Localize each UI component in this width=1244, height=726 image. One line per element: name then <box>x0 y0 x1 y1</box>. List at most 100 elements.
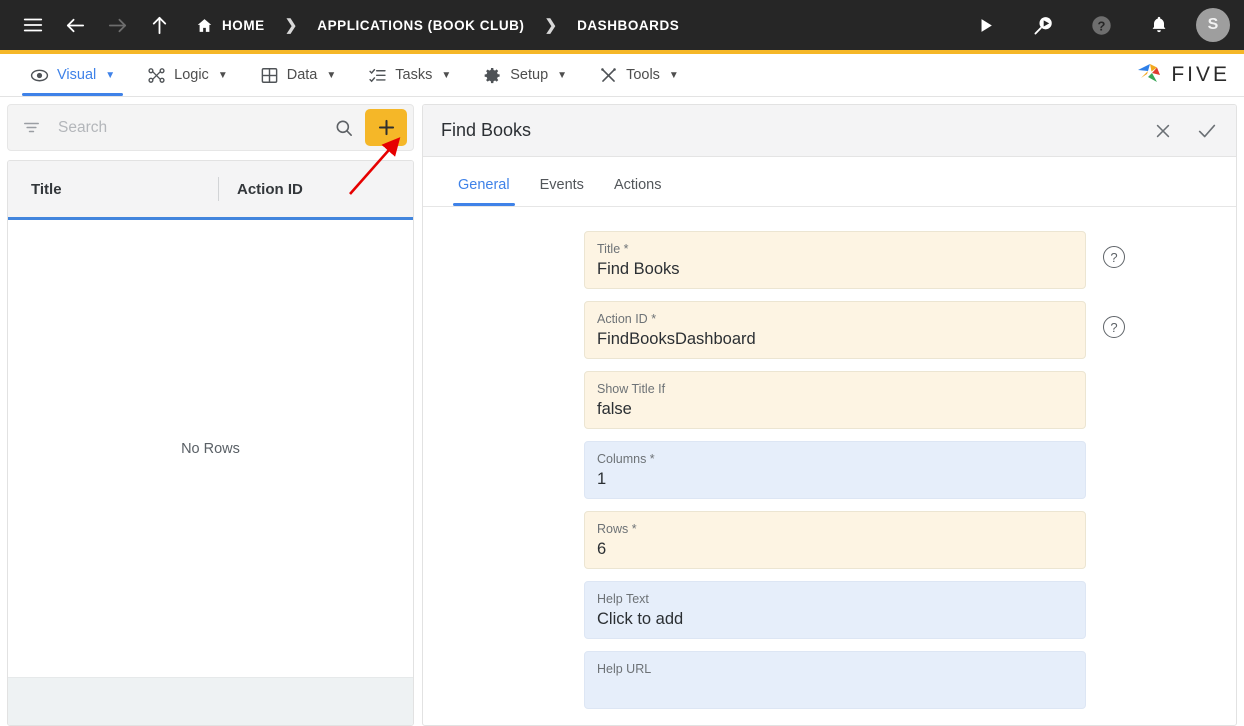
field-label-help-url: Help URL <box>597 662 652 676</box>
tab-label-actions: Actions <box>613 177 662 193</box>
tab-general[interactable]: General <box>443 177 525 206</box>
five-logo-text: FIVE <box>1171 63 1230 86</box>
field-label-title: Title * <box>597 242 629 256</box>
column-header-action-id[interactable]: Action ID <box>219 181 413 198</box>
detail-tabs: General Events Actions <box>423 157 1236 207</box>
form-row-columns: Columns * 1 <box>423 441 1236 499</box>
column-header-title[interactable]: Title <box>8 181 218 198</box>
empty-state-message: No Rows <box>181 440 240 457</box>
breadcrumb: HOME ❯ APPLICATIONS (BOOK CLUB) ❯ DASHBO… <box>194 16 681 34</box>
forward-arrow-icon[interactable] <box>96 0 138 50</box>
back-arrow-icon[interactable] <box>54 0 96 50</box>
list-panel: Title Action ID No Rows <box>7 160 414 726</box>
help-icon-title[interactable]: ? <box>1103 246 1125 268</box>
main-body: Title Action ID No Rows Find Books <box>0 97 1244 726</box>
field-title[interactable]: Title * Find Books <box>584 231 1086 289</box>
run-play-icon[interactable] <box>964 0 1006 50</box>
breadcrumb-label-applications: APPLICATIONS (BOOK CLUB) <box>317 17 525 33</box>
breadcrumb-label-home: HOME <box>222 17 265 33</box>
form-area: Title * Find Books ? Action ID * FindBoo… <box>423 207 1236 725</box>
table-body: No Rows <box>8 220 413 677</box>
menu-item-tools[interactable]: Tools ▼ <box>583 54 695 96</box>
menu-label-tools: Tools <box>626 67 660 83</box>
tab-actions[interactable]: Actions <box>599 177 677 206</box>
menu-label-visual: Visual <box>57 67 97 83</box>
table-grid-icon <box>260 66 279 85</box>
eye-icon <box>30 66 49 85</box>
breadcrumb-label-dashboards: DASHBOARDS <box>577 17 680 33</box>
breadcrumb-item-home[interactable]: HOME <box>194 17 267 34</box>
detail-panel-actions <box>1152 120 1218 142</box>
chevron-down-icon: ▼ <box>441 69 452 81</box>
search-input[interactable] <box>42 118 329 137</box>
field-label-show-title-if: Show Title If <box>597 382 666 396</box>
menu-item-visual[interactable]: Visual ▼ <box>14 54 131 96</box>
field-help-text[interactable]: Help Text Click to add <box>584 581 1086 639</box>
breadcrumb-separator-1: ❯ <box>284 17 298 34</box>
table-footer <box>8 677 413 725</box>
menu-label-setup: Setup <box>510 67 549 83</box>
field-label-action-id: Action ID * <box>597 312 657 326</box>
filter-icon[interactable] <box>20 117 42 139</box>
chevron-down-icon: ▼ <box>668 69 679 81</box>
home-icon <box>196 17 213 34</box>
menu-label-logic: Logic <box>174 67 209 83</box>
tab-events[interactable]: Events <box>525 177 599 206</box>
field-action-id[interactable]: Action ID * FindBooksDashboard <box>584 301 1086 359</box>
form-row-rows: Rows * 6 <box>423 511 1236 569</box>
menu-item-data[interactable]: Data ▼ <box>244 54 353 96</box>
menu-item-setup[interactable]: Setup ▼ <box>467 54 583 96</box>
confirm-check-icon[interactable] <box>1196 120 1218 142</box>
add-button[interactable] <box>365 109 407 146</box>
chevron-down-icon: ▼ <box>326 69 337 81</box>
help-icon[interactable]: ? <box>1080 0 1122 50</box>
field-show-title-if[interactable]: Show Title If false <box>584 371 1086 429</box>
field-value-rows: 6 <box>597 540 607 558</box>
active-menu-underline <box>22 93 124 96</box>
field-value-show-title-if: false <box>597 400 632 418</box>
field-help-url[interactable]: Help URL <box>584 651 1086 709</box>
menu-item-logic[interactable]: Logic ▼ <box>131 54 244 96</box>
wrench-screwdriver-icon <box>599 66 618 85</box>
search-icon[interactable] <box>329 118 359 138</box>
field-label-columns: Columns * <box>597 452 655 466</box>
five-logo-mark <box>1135 61 1165 89</box>
gear-icon <box>483 66 502 85</box>
svg-text:?: ? <box>1097 18 1105 33</box>
form-row-help-text: Help Text Click to add <box>423 581 1236 639</box>
up-arrow-icon[interactable] <box>138 0 180 50</box>
notifications-bell-icon[interactable] <box>1138 0 1180 50</box>
checklist-icon <box>368 66 387 85</box>
logic-nodes-icon <box>147 66 166 85</box>
field-value-help-text: Click to add <box>597 610 684 628</box>
breadcrumb-item-applications[interactable]: APPLICATIONS (BOOK CLUB) <box>315 18 526 33</box>
hamburger-menu-icon[interactable] <box>12 0 54 50</box>
form-row-title: Title * Find Books ? <box>423 231 1236 289</box>
field-columns[interactable]: Columns * 1 <box>584 441 1086 499</box>
help-icon-action-id[interactable]: ? <box>1103 316 1125 338</box>
debug-search-icon[interactable] <box>1022 0 1064 50</box>
tab-label-general: General <box>458 177 510 193</box>
search-bar <box>7 104 414 151</box>
breadcrumb-separator-2: ❯ <box>544 17 558 34</box>
chevron-down-icon: ▼ <box>217 69 228 81</box>
form-row-help-url: Help URL <box>423 651 1236 709</box>
avatar[interactable]: S <box>1196 8 1230 42</box>
field-value-help-url <box>597 678 1073 700</box>
page-title: Find Books <box>441 120 532 140</box>
field-value-title: Find Books <box>597 260 680 278</box>
sidebar-panel: Title Action ID No Rows <box>0 97 418 726</box>
form-row-show-title-if: Show Title If false <box>423 371 1236 429</box>
menu-label-tasks: Tasks <box>395 67 433 83</box>
field-value-action-id: FindBooksDashboard <box>597 330 756 348</box>
chevron-down-icon: ▼ <box>557 69 568 81</box>
five-logo: FIVE <box>1135 54 1244 96</box>
detail-panel: Find Books General Events Actions Title … <box>422 104 1237 726</box>
close-icon[interactable] <box>1152 120 1174 142</box>
menu-item-tasks[interactable]: Tasks ▼ <box>352 54 467 96</box>
app-root: HOME ❯ APPLICATIONS (BOOK CLUB) ❯ DASHBO… <box>0 0 1244 726</box>
breadcrumb-item-dashboards[interactable]: DASHBOARDS <box>575 18 681 33</box>
header-actions: ? S <box>964 0 1230 50</box>
field-rows[interactable]: Rows * 6 <box>584 511 1086 569</box>
tab-label-events: Events <box>539 177 584 193</box>
